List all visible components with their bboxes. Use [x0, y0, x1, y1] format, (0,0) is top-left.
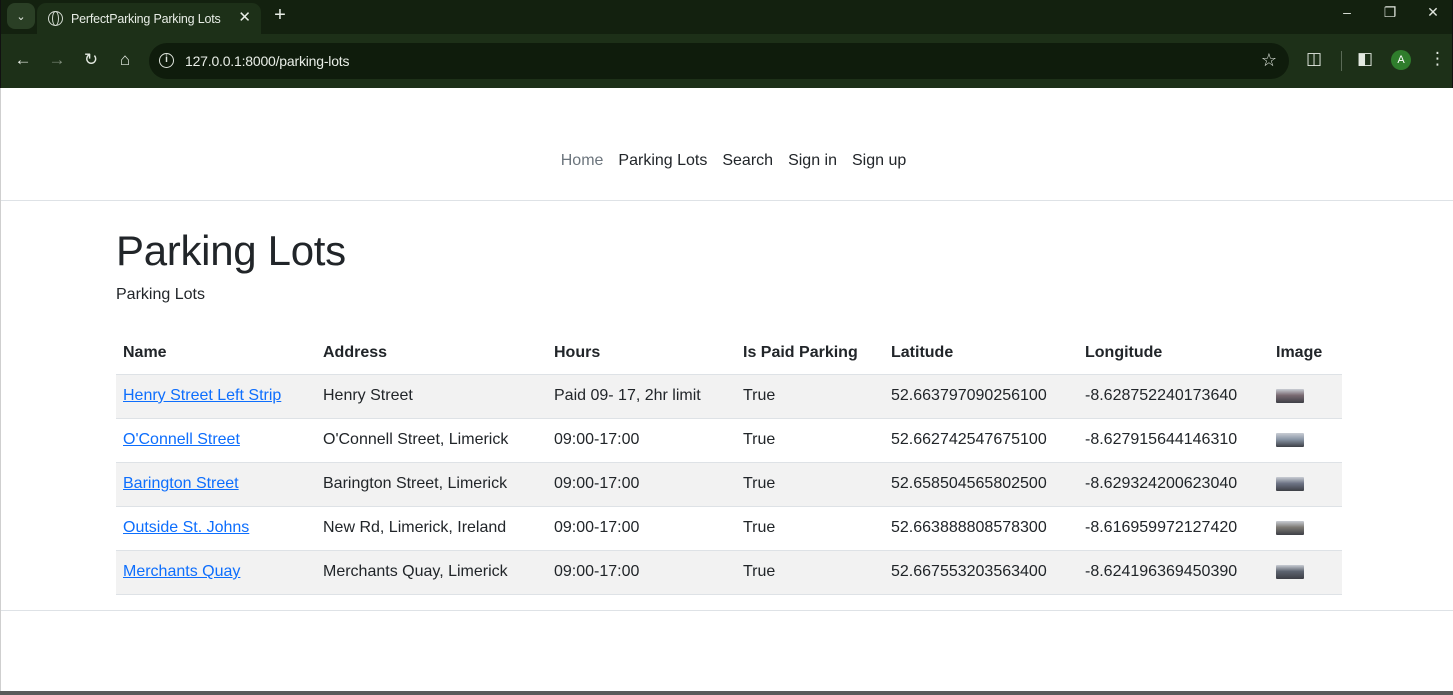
cell-longitude: -8.628752240173640: [1078, 374, 1269, 419]
table-row: Outside St. Johns New Rd, Limerick, Irel…: [116, 506, 1342, 551]
nav-home[interactable]: Home: [553, 152, 611, 170]
column-header-is-paid: Is Paid Parking: [736, 333, 884, 375]
cell-hours: 09:00-17:00: [547, 462, 736, 507]
browser-chrome: ⌄ PerfectParking Parking Lots ✕ + – ❐ ✕ …: [0, 0, 1453, 88]
cell-address: Merchants Quay, Limerick: [316, 550, 547, 595]
parking-lot-link[interactable]: Barington Street: [123, 475, 239, 492]
cell-longitude: -8.624196369450390: [1078, 550, 1269, 595]
cell-latitude: 52.667553203563400: [884, 550, 1078, 595]
cell-paid: True: [736, 418, 884, 463]
cell-latitude: 52.663888808578300: [884, 506, 1078, 551]
nav-sign-up[interactable]: Sign up: [844, 152, 913, 170]
cell-name: O'Connell Street: [116, 418, 316, 463]
tab-strip: ⌄ PerfectParking Parking Lots ✕ + – ❐ ✕: [1, 0, 1452, 34]
address-bar[interactable]: i 127.0.0.1:8000/parking-lots ☆: [149, 43, 1289, 79]
table-row: Merchants Quay Merchants Quay, Limerick …: [116, 550, 1342, 595]
cell-paid: True: [736, 374, 884, 419]
column-header-longitude: Longitude: [1078, 333, 1269, 375]
menu-icon[interactable]: ⋮: [1429, 49, 1446, 69]
parking-lot-link[interactable]: Merchants Quay: [123, 563, 240, 580]
forward-icon[interactable]: →: [45, 49, 69, 71]
cell-longitude: -8.629324200623040: [1078, 462, 1269, 507]
table-row: Barington Street Barington Street, Limer…: [116, 462, 1342, 507]
cell-name: Merchants Quay: [116, 550, 316, 595]
column-header-image: Image: [1269, 333, 1342, 375]
column-header-hours: Hours: [547, 333, 736, 375]
parking-lot-thumbnail: [1276, 564, 1304, 579]
cell-longitude: -8.627915644146310: [1078, 418, 1269, 463]
cell-image: [1269, 462, 1342, 507]
cell-address: Henry Street: [316, 374, 547, 419]
nav-links: Home Parking Lots Search Sign in Sign up: [1, 152, 1453, 170]
globe-icon: [48, 11, 63, 26]
tab-list-icon[interactable]: ⌄: [7, 3, 35, 29]
table-row: Henry Street Left Strip Henry Street Pai…: [116, 374, 1342, 419]
table-header-row: Name Address Hours Is Paid Parking Latit…: [116, 333, 1342, 375]
cell-address: O'Connell Street, Limerick: [316, 418, 547, 463]
column-header-name: Name: [116, 333, 316, 375]
column-header-address: Address: [316, 333, 547, 375]
parking-lot-link[interactable]: Henry Street Left Strip: [123, 387, 281, 404]
close-window-icon[interactable]: ✕: [1418, 4, 1448, 21]
parking-lot-thumbnail: [1276, 520, 1304, 535]
nav-parking-lots[interactable]: Parking Lots: [611, 152, 715, 170]
window-bottom-edge: [0, 691, 1453, 695]
cell-longitude: -8.616959972127420: [1078, 506, 1269, 551]
info-icon[interactable]: i: [159, 53, 174, 68]
url-text[interactable]: 127.0.0.1:8000/parking-lots: [185, 53, 349, 69]
page-subtitle: Parking Lots: [116, 286, 205, 303]
tab-title: PerfectParking Parking Lots: [71, 11, 221, 26]
avatar[interactable]: A: [1391, 50, 1411, 70]
home-icon[interactable]: ⌂: [113, 49, 137, 71]
column-header-latitude: Latitude: [884, 333, 1078, 375]
browser-toolbar: ← → ↻ ⌂ i 127.0.0.1:8000/parking-lots ☆ …: [1, 34, 1452, 88]
cell-image: [1269, 550, 1342, 595]
parking-lot-link[interactable]: O'Connell Street: [123, 431, 240, 448]
back-icon[interactable]: ←: [11, 49, 35, 71]
restore-icon[interactable]: ❐: [1375, 4, 1405, 21]
cell-paid: True: [736, 550, 884, 595]
page-title: Parking Lots: [116, 227, 346, 274]
nav-sign-in[interactable]: Sign in: [781, 152, 845, 170]
table-row: O'Connell Street O'Connell Street, Limer…: [116, 418, 1342, 463]
close-icon[interactable]: ✕: [238, 9, 251, 27]
main-container: Parking Lots Parking Lots Name Address H…: [116, 227, 1342, 595]
cell-address: Barington Street, Limerick: [316, 462, 547, 507]
browser-tab[interactable]: PerfectParking Parking Lots ✕: [37, 3, 261, 34]
cell-image: [1269, 418, 1342, 463]
parking-lot-thumbnail: [1276, 388, 1304, 403]
star-icon[interactable]: ☆: [1261, 50, 1277, 71]
plus-icon[interactable]: +: [269, 4, 291, 28]
cell-name: Henry Street Left Strip: [116, 374, 316, 419]
page: Home Parking Lots Search Sign in Sign up…: [0, 88, 1453, 691]
cell-address: New Rd, Limerick, Ireland: [316, 506, 547, 551]
toolbar-divider: [1341, 51, 1342, 71]
cell-image: [1269, 506, 1342, 551]
minimize-icon[interactable]: –: [1332, 4, 1362, 20]
side-panel-icon[interactable]: ◧: [1357, 49, 1373, 69]
extensions-icon[interactable]: ◫: [1306, 49, 1322, 69]
nav-search[interactable]: Search: [715, 152, 781, 170]
cell-name: Barington Street: [116, 462, 316, 507]
cell-hours: Paid 09- 17, 2hr limit: [547, 374, 736, 419]
cell-image: [1269, 374, 1342, 419]
reload-icon[interactable]: ↻: [79, 49, 103, 71]
parking-lot-thumbnail: [1276, 476, 1304, 491]
cell-paid: True: [736, 506, 884, 551]
site-navbar: Home Parking Lots Search Sign in Sign up: [1, 88, 1453, 201]
footer-divider: [1, 610, 1453, 611]
parking-lots-table: Name Address Hours Is Paid Parking Latit…: [116, 333, 1342, 595]
cell-name: Outside St. Johns: [116, 506, 316, 551]
parking-lot-link[interactable]: Outside St. Johns: [123, 519, 249, 536]
cell-hours: 09:00-17:00: [547, 550, 736, 595]
cell-latitude: 52.662742547675100: [884, 418, 1078, 463]
cell-latitude: 52.663797090256100: [884, 374, 1078, 419]
cell-hours: 09:00-17:00: [547, 418, 736, 463]
cell-latitude: 52.658504565802500: [884, 462, 1078, 507]
cell-hours: 09:00-17:00: [547, 506, 736, 551]
cell-paid: True: [736, 462, 884, 507]
parking-lot-thumbnail: [1276, 432, 1304, 447]
